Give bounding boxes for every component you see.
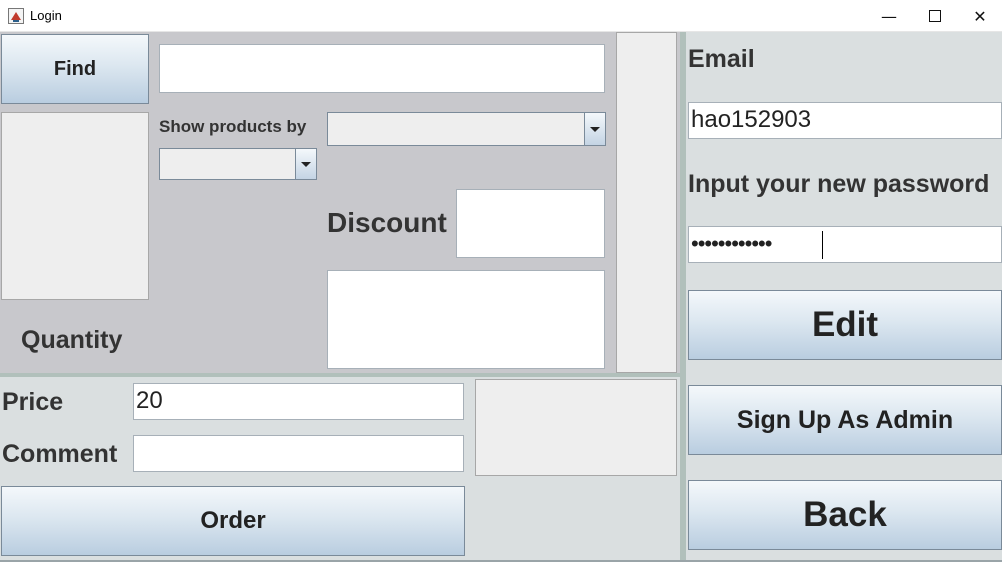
chevron-down-icon	[584, 113, 605, 145]
scroll-list-panel[interactable]	[616, 32, 677, 373]
title-bar	[0, 0, 1002, 32]
minimize-icon: —	[881, 6, 897, 26]
show-products-label: Show products by	[159, 117, 307, 136]
price-label: Price	[2, 388, 64, 416]
edit-button[interactable]: Edit	[688, 290, 1002, 360]
order-info-box	[475, 379, 677, 476]
close-button[interactable]: ✕	[957, 0, 1002, 32]
new-password-label: Input your new password	[688, 170, 990, 198]
quantity-label: Quantity	[21, 326, 123, 354]
product-description-area[interactable]	[327, 270, 605, 369]
maximize-icon	[929, 10, 941, 22]
product-dropdown[interactable]	[159, 148, 317, 180]
close-icon: ✕	[973, 6, 987, 26]
chevron-down-icon	[295, 149, 316, 179]
order-button[interactable]: Order	[1, 486, 465, 556]
text-cursor	[822, 231, 823, 259]
discount-label: Discount	[327, 207, 447, 238]
search-input[interactable]	[159, 44, 605, 93]
find-button[interactable]: Find	[1, 34, 149, 104]
new-password-field[interactable]: ••••••••••••	[688, 226, 1002, 263]
comment-label: Comment	[2, 440, 118, 468]
password-mask: ••••••••••••	[691, 231, 772, 256]
sign-up-as-admin-button[interactable]: Sign Up As Admin	[688, 385, 1002, 455]
maximize-button[interactable]	[912, 0, 958, 32]
java-app-icon	[8, 8, 24, 24]
email-label: Email	[688, 45, 755, 73]
category-dropdown[interactable]	[327, 112, 606, 146]
product-image	[1, 112, 149, 300]
email-field[interactable]: hao152903	[688, 102, 1002, 139]
comment-field[interactable]	[133, 435, 464, 472]
back-button[interactable]: Back	[688, 480, 1002, 550]
price-field[interactable]: 20	[133, 383, 464, 420]
minimize-button[interactable]: —	[866, 0, 912, 32]
discount-field[interactable]	[456, 189, 605, 258]
window-title: Login	[30, 8, 62, 23]
